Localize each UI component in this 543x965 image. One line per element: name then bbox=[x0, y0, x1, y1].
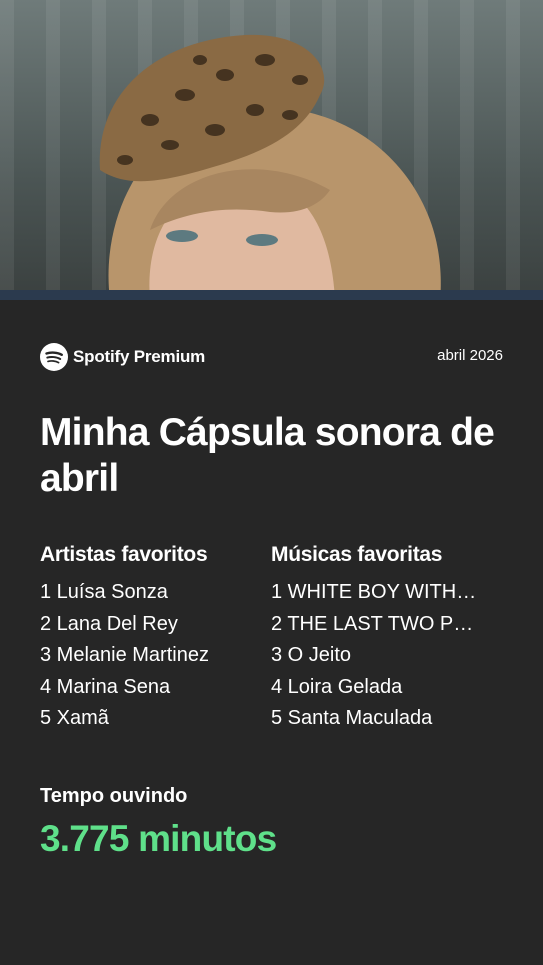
listening-time-label: Tempo ouvindo bbox=[40, 785, 188, 807]
brand-label: Spotify Premium bbox=[73, 347, 206, 366]
brand: Spotify Premium bbox=[40, 343, 205, 371]
period-date: abril 2026 bbox=[437, 347, 503, 364]
top-songs-heading: Músicas favoritas bbox=[271, 543, 443, 566]
list-item: 1 WHITE BOY WITH… bbox=[271, 581, 477, 603]
spotify-logo-icon bbox=[40, 343, 68, 371]
summary-card: Spotify Premium abril 2026 Minha Cápsula… bbox=[0, 310, 543, 965]
list-item: 5 Xamã bbox=[40, 707, 109, 729]
list-item: 4 Loira Gelada bbox=[271, 675, 403, 698]
top-artists-heading: Artistas favoritos bbox=[40, 543, 208, 566]
cover-photo-figure bbox=[99, 34, 441, 300]
list-item: 2 THE LAST TWO P… bbox=[271, 612, 474, 635]
list-item: 1 Luísa Sonza bbox=[40, 581, 168, 603]
page-title: Minha Cápsula sonora de abril bbox=[40, 411, 495, 500]
cover-photo-bottom-strip bbox=[0, 290, 543, 300]
top-artists-list: 1 Luísa Sonza 2 Lana Del Rey 3 Melanie M… bbox=[40, 577, 272, 735]
list-item: 5 Santa Maculada bbox=[271, 707, 433, 729]
list-item: 4 Marina Sena bbox=[40, 675, 171, 698]
list-item: 2 Lana Del Rey bbox=[40, 612, 178, 635]
top-songs-list: 1 WHITE BOY WITH… 2 THE LAST TWO P… 3 O … bbox=[271, 577, 503, 735]
listening-time-value: 3.775 minutos bbox=[40, 818, 277, 859]
list-item: 3 Melanie Martinez bbox=[40, 644, 209, 666]
cover-photo bbox=[0, 0, 543, 300]
top-songs-section: Músicas favoritas 1 WHITE BOY WITH… 2 TH… bbox=[271, 543, 503, 735]
top-artists-section: Artistas favoritos 1 Luísa Sonza 2 Lana … bbox=[40, 543, 272, 735]
list-item: 3 O Jeito bbox=[271, 644, 352, 666]
